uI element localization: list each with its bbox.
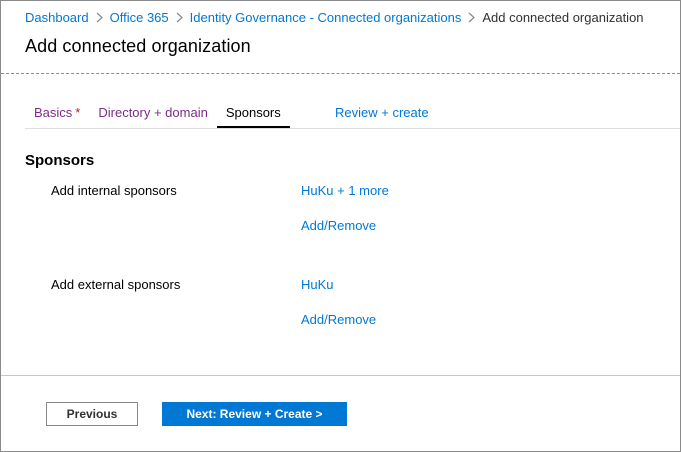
internal-sponsors-value-link[interactable]: HuKu + 1 more bbox=[301, 183, 389, 198]
tab-directory-domain[interactable]: Directory + domain bbox=[89, 104, 216, 128]
tab-basics-label: Basics bbox=[34, 105, 73, 120]
title-divider bbox=[1, 73, 680, 74]
breadcrumb-office365[interactable]: Office 365 bbox=[110, 10, 169, 25]
breadcrumb-identity-governance[interactable]: Identity Governance - Connected organiza… bbox=[190, 10, 462, 25]
chevron-right-icon bbox=[468, 12, 476, 23]
wizard-tabs: Basics * Directory + domain Sponsors Revi… bbox=[25, 104, 429, 128]
section-title: Sponsors bbox=[25, 152, 95, 169]
external-sponsors-add-remove-link[interactable]: Add/Remove bbox=[301, 312, 376, 327]
breadcrumb: Dashboard Office 365 Identity Governance… bbox=[25, 8, 644, 26]
breadcrumb-current: Add connected organization bbox=[482, 9, 644, 25]
tabs-divider bbox=[25, 128, 680, 129]
external-sponsors-label: Add external sponsors bbox=[51, 277, 181, 292]
previous-button[interactable]: Previous bbox=[46, 402, 138, 426]
footer-divider bbox=[1, 375, 680, 376]
tab-review-create[interactable]: Review + create bbox=[326, 104, 438, 128]
internal-sponsors-label: Add internal sponsors bbox=[51, 183, 177, 198]
chevron-right-icon bbox=[176, 12, 183, 23]
internal-sponsors-add-remove-link[interactable]: Add/Remove bbox=[301, 218, 376, 233]
chevron-right-icon bbox=[96, 12, 103, 23]
external-sponsors-value-link[interactable]: HuKu bbox=[301, 277, 334, 292]
next-review-create-button[interactable]: Next: Review + Create > bbox=[162, 402, 347, 426]
tab-basics[interactable]: Basics * bbox=[25, 104, 89, 128]
breadcrumb-dashboard[interactable]: Dashboard bbox=[25, 10, 89, 25]
tab-sponsors[interactable]: Sponsors bbox=[216, 104, 290, 128]
page-title: Add connected organization bbox=[25, 36, 251, 56]
required-marker: * bbox=[75, 105, 81, 120]
